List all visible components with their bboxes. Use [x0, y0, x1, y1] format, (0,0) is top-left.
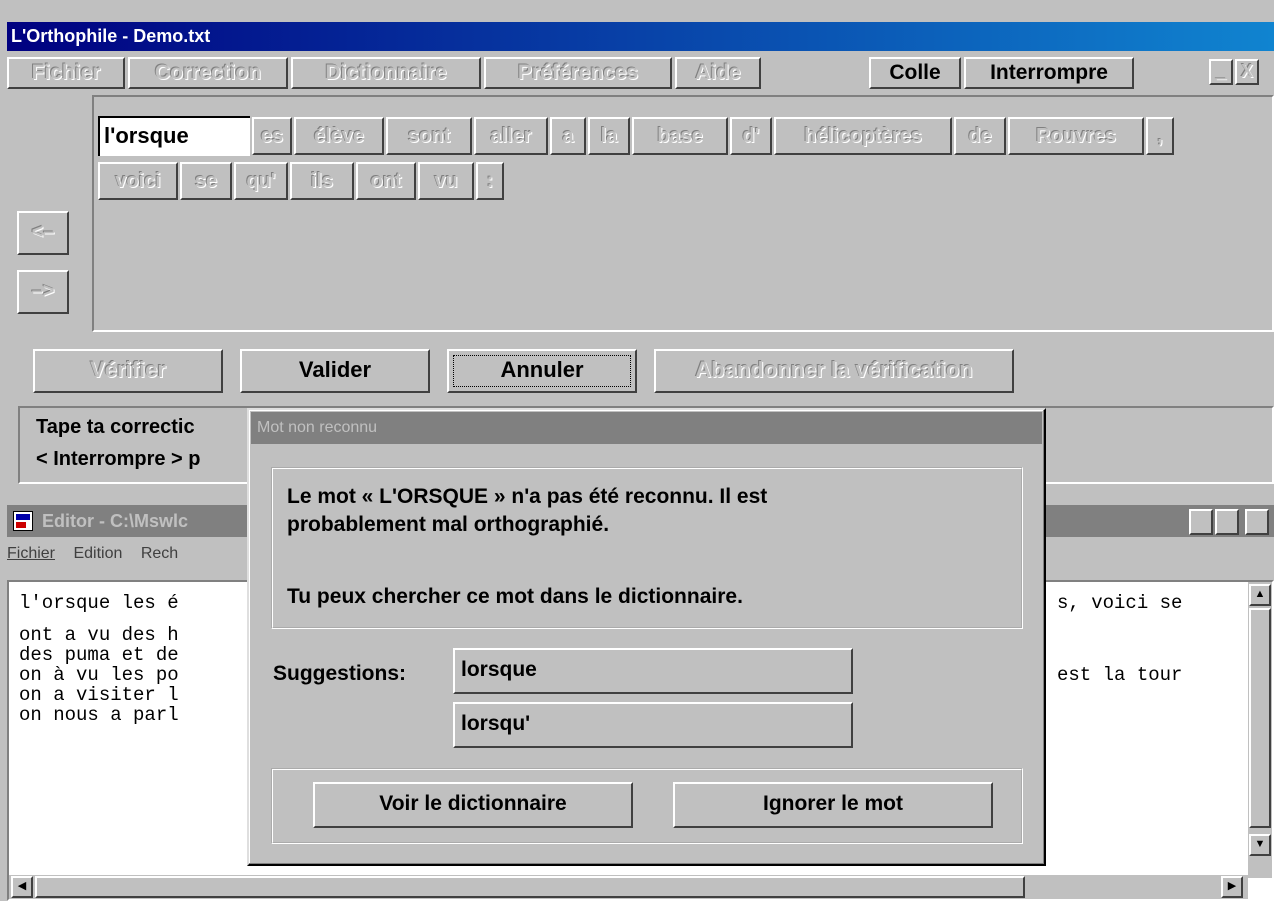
word-token[interactable]: vu — [418, 162, 474, 200]
editor-menu-recherche[interactable]: Rech — [141, 545, 178, 562]
word-token[interactable]: aller — [474, 117, 548, 155]
verifier-button[interactable]: Vérifier — [33, 349, 223, 393]
editor-vscrollbar[interactable]: ▲ ▼ — [1248, 582, 1272, 878]
dialog-message-line-3: Tu peux chercher ce mot dans le dictionn… — [287, 585, 743, 608]
word-token[interactable]: élève — [294, 117, 384, 155]
prev-word-button[interactable]: <– — [17, 211, 69, 255]
colle-button[interactable]: Colle — [869, 57, 961, 89]
dialog-message-line-2: probablement mal orthographié. — [287, 513, 610, 536]
main-title: L'Orthophile - Demo.txt — [11, 26, 211, 46]
scroll-right-icon[interactable]: ▶ — [1221, 876, 1243, 898]
valider-button[interactable]: Valider — [240, 349, 430, 393]
scroll-down-icon[interactable]: ▼ — [1249, 834, 1271, 856]
editor-app-icon — [13, 511, 33, 531]
next-word-button[interactable]: –> — [17, 270, 69, 314]
editor-title: Editor - C:\Mswlc — [42, 511, 189, 531]
editor-line: on nous a parl — [19, 704, 179, 726]
editor-menu-edition[interactable]: Edition — [73, 545, 122, 562]
editor-menubar: Fichier Edition Rech — [7, 545, 178, 563]
editor-line: est la tour — [1057, 664, 1194, 686]
menu-aide[interactable]: Aide — [675, 57, 761, 89]
minimize-icon[interactable]: _ — [1209, 59, 1233, 85]
dialog-message-line-1: Le mot « L'ORSQUE » n'a pas été reconnu.… — [287, 485, 768, 508]
menu-preferences[interactable]: Préférences — [484, 57, 672, 89]
word-token[interactable]: ont — [356, 162, 416, 200]
word-token[interactable]: a — [550, 117, 586, 155]
scroll-up-icon[interactable]: ▲ — [1249, 584, 1271, 606]
word-token[interactable]: hélicoptères — [774, 117, 952, 155]
suggestion-option[interactable]: lorsqu' — [453, 702, 853, 748]
word-token[interactable]: de — [954, 117, 1006, 155]
editor-minimize-icon[interactable]: _ — [1189, 509, 1213, 535]
word-token[interactable]: d' — [730, 117, 772, 155]
editor-line: on à vu les po — [19, 664, 179, 686]
voir-dictionnaire-button[interactable]: Voir le dictionnaire — [313, 782, 633, 828]
current-word-field[interactable]: l'orsque — [98, 116, 250, 156]
mot-non-reconnu-dialog: Mot non reconnu Le mot « L'ORSQUE » n'a … — [247, 408, 1046, 866]
word-token[interactable]: la — [588, 117, 630, 155]
word-token[interactable]: Rouvres — [1008, 117, 1144, 155]
word-token[interactable]: se — [180, 162, 232, 200]
word-token[interactable]: sont — [386, 117, 472, 155]
interrompre-button[interactable]: Interrompre — [964, 57, 1134, 89]
editor-line: l'orsque les é — [19, 592, 179, 614]
suggestions-label: Suggestions: — [273, 662, 407, 685]
dialog-title: Mot non reconnu — [251, 412, 1042, 444]
scroll-left-icon[interactable]: ◀ — [11, 876, 33, 898]
message-group: Le mot « L'ORSQUE » n'a pas été reconnu.… — [271, 467, 1023, 629]
status-line-1: Tape ta correctic — [36, 416, 195, 438]
editor-maximize-icon[interactable]: □ — [1215, 509, 1239, 535]
menu-fichier[interactable]: Fichier — [7, 57, 125, 89]
menu-dictionnaire[interactable]: Dictionnaire — [291, 57, 481, 89]
word-token[interactable]: , — [1146, 117, 1174, 155]
editor-hscrollbar[interactable]: ◀ ▶ — [9, 875, 1248, 899]
close-icon[interactable]: X — [1235, 59, 1259, 85]
word-token[interactable]: : — [476, 162, 504, 200]
editor-line: on a visiter l — [19, 684, 179, 706]
menu-correction[interactable]: Correction — [128, 57, 288, 89]
editor-line: s, voici se — [1057, 592, 1194, 614]
status-line-2: < Interrompre > p — [36, 448, 201, 470]
editor-line: ont a vu des h — [19, 624, 179, 646]
main-title-bar: L'Orthophile - Demo.txt — [7, 22, 1274, 51]
scroll-thumb[interactable] — [1249, 608, 1271, 828]
word-token[interactable]: ils — [290, 162, 354, 200]
main-menubar: Fichier Correction Dictionnaire Préféren… — [7, 53, 1274, 91]
suggestion-option[interactable]: lorsque — [453, 648, 853, 694]
word-token[interactable]: voici — [98, 162, 178, 200]
hscroll-thumb[interactable] — [35, 876, 1025, 898]
word-token[interactable]: es — [252, 117, 292, 155]
annuler-button[interactable]: Annuler — [447, 349, 637, 393]
editor-menu-fichier[interactable]: Fichier — [7, 545, 55, 562]
ignorer-mot-button[interactable]: Ignorer le mot — [673, 782, 993, 828]
abandonner-button[interactable]: Abandonner la vérification — [654, 349, 1014, 393]
editor-line: des puma et de — [19, 644, 179, 666]
word-token[interactable]: qu' — [234, 162, 288, 200]
editor-close-icon[interactable]: X — [1245, 509, 1269, 535]
word-token[interactable]: base — [632, 117, 728, 155]
